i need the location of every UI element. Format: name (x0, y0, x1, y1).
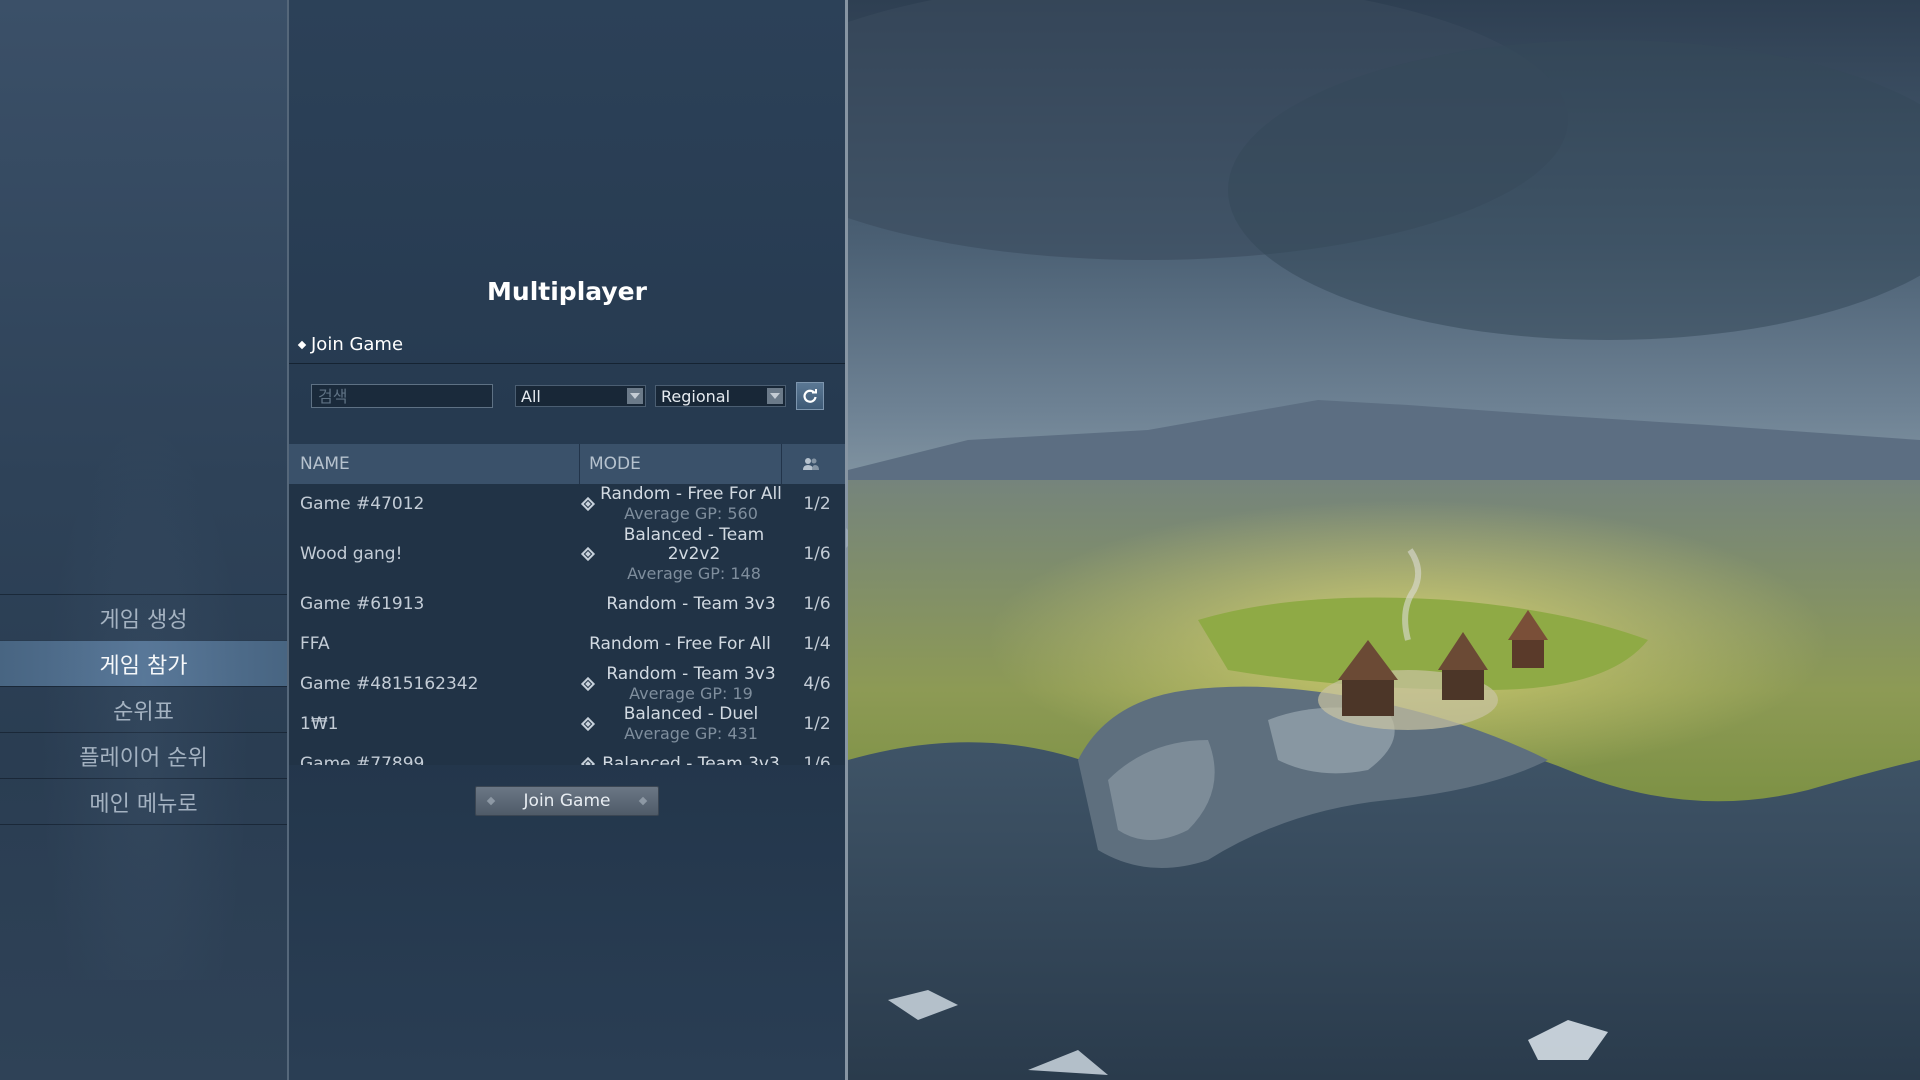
column-header-mode[interactable]: MODE (589, 444, 641, 484)
column-header-players[interactable] (803, 444, 819, 484)
mode-label: Balanced - Team 2v2v2 (623, 524, 765, 564)
sidebar-item-label: 게임 참가 (99, 653, 188, 679)
mode-label: Balanced - Team 3v3 (602, 753, 780, 765)
players-icon (803, 458, 819, 470)
game-name: Game #4815162342 (300, 674, 479, 694)
diamond-bullet-icon (297, 340, 307, 349)
column-header-name[interactable]: NAME (300, 444, 350, 484)
table-row[interactable]: 1₩1 Balanced - Duel Average GP: 431 1/2 (289, 704, 845, 744)
table-row[interactable]: Wood gang! Balanced - Team 2v2v2 Average… (289, 524, 845, 584)
mode-filter-value: All (521, 386, 541, 406)
mode-label: Random - Team 3v3 (606, 593, 776, 614)
refresh-icon (803, 389, 817, 403)
join-game-button[interactable]: Join Game (475, 786, 659, 816)
player-count: 4/6 (803, 674, 831, 694)
game-name: 1₩1 (300, 714, 339, 734)
sidebar-item-label: 게임 생성 (99, 607, 188, 633)
game-name: FFA (300, 634, 330, 654)
game-mode: Random - Free For All Average GP: 560 (571, 484, 789, 524)
ranked-icon (580, 546, 596, 562)
region-filter-select[interactable]: Regional (655, 385, 786, 407)
button-ornament-icon (638, 796, 648, 806)
table-row[interactable]: Game #61913 Random - Team 3v3 1/6 (289, 584, 845, 624)
ranked-icon (580, 496, 596, 512)
table-row[interactable]: FFA Random - Free For All 1/4 (289, 624, 845, 664)
landscape-illustration (848, 0, 1920, 1080)
average-gp: Average GP: 431 (624, 724, 758, 743)
search-input[interactable] (311, 384, 493, 408)
sidebar-item-create-game[interactable]: 게임 생성 (0, 594, 287, 640)
game-list[interactable]: Game #47012 Random - Free For All Averag… (289, 484, 845, 765)
table-row[interactable]: Game #77899 Balanced - Team 3v3 1/6 (289, 744, 845, 765)
game-name: Game #77899 (300, 754, 425, 765)
page-title: Multiplayer (487, 277, 647, 306)
mode-label: Random - Team 3v3 (606, 664, 776, 684)
sidebar-item-label: 순위표 (113, 699, 174, 725)
mode-label: Balanced - Duel (623, 704, 759, 724)
join-game-panel: Multiplayer Join Game All Regional (289, 0, 845, 1080)
multiplayer-screen: 게임 생성 게임 참가 순위표 플레이어 순위 메인 메뉴로 Multiplay… (0, 0, 1920, 1080)
average-gp: Average GP: 19 (629, 684, 753, 703)
sidebar-nav: 게임 생성 게임 참가 순위표 플레이어 순위 메인 메뉴로 (0, 594, 295, 825)
ranked-icon (580, 756, 596, 765)
player-count: 1/2 (803, 494, 831, 514)
game-mode: Random - Team 3v3 Average GP: 19 (571, 664, 789, 704)
sidebar-item-label: 메인 메뉴로 (89, 791, 198, 817)
sidebar: 게임 생성 게임 참가 순위표 플레이어 순위 메인 메뉴로 (0, 0, 295, 1080)
mode-filter-select[interactable]: All (515, 385, 646, 407)
player-count: 1/6 (803, 594, 831, 614)
button-ornament-icon (486, 796, 496, 806)
chevron-down-icon (627, 388, 643, 404)
filter-bar: All Regional (289, 363, 845, 428)
game-mode: Balanced - Team 3v3 (571, 744, 789, 765)
game-name: Game #47012 (300, 494, 425, 514)
join-game-label: Join Game (523, 791, 611, 811)
sidebar-item-main-menu[interactable]: 메인 메뉴로 (0, 778, 287, 825)
mode-label: Random - Free For All (589, 633, 771, 654)
column-divider (781, 444, 782, 484)
table-row[interactable]: Game #4815162342 Random - Team 3v3 Avera… (289, 664, 845, 704)
table-row[interactable]: Game #47012 Random - Free For All Averag… (289, 484, 845, 524)
sidebar-item-label: 플레이어 순위 (79, 745, 208, 771)
refresh-button[interactable] (796, 382, 824, 410)
game-mode: Random - Team 3v3 (571, 584, 789, 624)
game-mode: Balanced - Team 2v2v2 Average GP: 148 (571, 524, 789, 584)
player-count: 1/2 (803, 714, 831, 734)
section-heading: Join Game (297, 334, 404, 355)
region-filter-value: Regional (661, 386, 731, 406)
game-mode: Balanced - Duel Average GP: 431 (571, 704, 789, 744)
background-landscape-image (848, 0, 1920, 1080)
mode-label: Random - Free For All (600, 484, 782, 504)
player-count: 1/4 (803, 634, 831, 654)
average-gp: Average GP: 148 (627, 563, 761, 583)
game-name: Wood gang! (300, 544, 403, 564)
player-count: 1/6 (803, 544, 831, 564)
player-count: 1/6 (803, 754, 831, 765)
ranked-icon (580, 676, 596, 692)
section-title: Join Game (311, 334, 404, 355)
table-header: NAME MODE (289, 444, 845, 484)
column-divider (579, 444, 580, 484)
game-name: Game #61913 (300, 594, 425, 614)
sidebar-item-player-ranking[interactable]: 플레이어 순위 (0, 732, 287, 778)
sidebar-item-leaderboard[interactable]: 순위표 (0, 686, 287, 732)
ranked-icon (580, 716, 596, 732)
game-mode: Random - Free For All (571, 624, 789, 664)
sidebar-item-join-game[interactable]: 게임 참가 (0, 640, 295, 686)
average-gp: Average GP: 560 (624, 504, 758, 523)
chevron-down-icon (767, 388, 783, 404)
